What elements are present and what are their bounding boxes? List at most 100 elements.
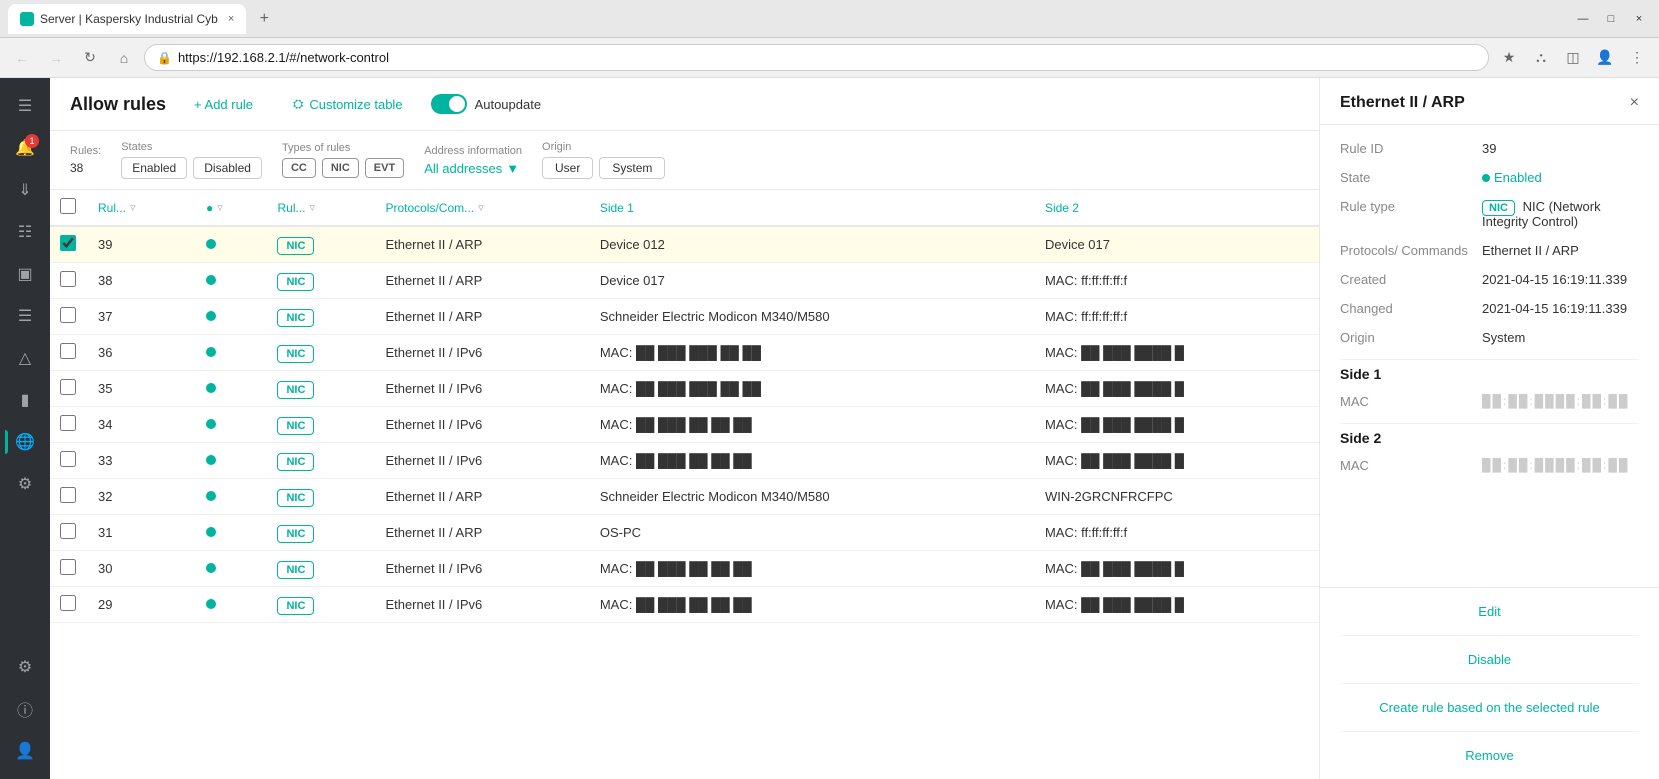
states-filter-group: States Enabled Disabled: [121, 141, 262, 179]
address-dropdown-text: All addresses: [424, 161, 502, 176]
table-row[interactable]: 35NICEthernet II / IPv6MAC: ██ ███ ███ █…: [50, 371, 1319, 407]
disable-button[interactable]: Disable: [1340, 648, 1639, 671]
origin-system-button[interactable]: System: [599, 157, 665, 179]
row-checkbox[interactable]: [60, 559, 76, 575]
row-checkbox[interactable]: [60, 307, 76, 323]
types-label: Types of rules: [282, 142, 404, 154]
row-checkbox[interactable]: [60, 487, 76, 503]
table-row[interactable]: 37NICEthernet II / ARPSchneider Electric…: [50, 299, 1319, 335]
maximize-button[interactable]: □: [1599, 10, 1623, 28]
table-row[interactable]: 38NICEthernet II / ARPDevice 017MAC: ff:…: [50, 263, 1319, 299]
sidebar-item-notifications[interactable]: 🔔 1: [5, 128, 45, 168]
autoupdate-label: Autoupdate: [475, 97, 542, 112]
sidebar-item-security[interactable]: ⚙: [5, 464, 45, 504]
row-checkbox[interactable]: [60, 235, 76, 251]
customize-table-button[interactable]: ⛭ Customize table: [281, 90, 415, 118]
created-value: 2021-04-15 16:19:11.339: [1482, 272, 1639, 287]
create-rule-button[interactable]: Create rule based on the selected rule: [1340, 696, 1639, 719]
home-button[interactable]: ⌂: [110, 44, 138, 72]
row-checkbox[interactable]: [60, 523, 76, 539]
col-side1[interactable]: Side 1: [588, 190, 1033, 226]
sidebar-item-alert[interactable]: △: [5, 338, 45, 378]
row-checkbox[interactable]: [60, 379, 76, 395]
col-rule-id[interactable]: Rul... ▿: [86, 190, 194, 226]
type-badge: NIC: [277, 381, 314, 399]
row-type: NIC: [265, 515, 373, 551]
row-checkbox[interactable]: [60, 415, 76, 431]
sidebar-item-report[interactable]: ▮: [5, 380, 45, 420]
table-row[interactable]: 39NICEthernet II / ARPDevice 012Device 0…: [50, 226, 1319, 263]
sidebar-item-list[interactable]: ☰: [5, 296, 45, 336]
remove-button[interactable]: Remove: [1340, 744, 1639, 767]
profile-button[interactable]: 👤: [1591, 44, 1619, 72]
close-button[interactable]: ×: [1627, 10, 1651, 28]
sidebar-item-dashboard[interactable]: ☷: [5, 212, 45, 252]
sidebar-item-settings[interactable]: ⚙: [5, 647, 45, 687]
autoupdate-switch[interactable]: [431, 94, 467, 114]
edit-button[interactable]: Edit: [1340, 600, 1639, 623]
sidebar-item-help[interactable]: ⓘ: [5, 689, 45, 729]
table-row[interactable]: 33NICEthernet II / IPv6MAC: ██ ███ ██ ██…: [50, 443, 1319, 479]
favorites-button[interactable]: ⛬: [1527, 44, 1555, 72]
minimize-button[interactable]: —: [1571, 10, 1595, 28]
nav-right-buttons: ★ ⛬ ◫ 👤 ⋮: [1495, 44, 1651, 72]
row-protocol: Ethernet II / IPv6: [373, 443, 587, 479]
autoupdate-toggle[interactable]: Autoupdate: [431, 94, 542, 114]
add-rule-button[interactable]: + Add rule: [182, 91, 265, 118]
col-protocol[interactable]: Protocols/Com... ▿: [373, 190, 587, 226]
row-checkbox[interactable]: [60, 595, 76, 611]
detail-created-row: Created 2021-04-15 16:19:11.339: [1340, 272, 1639, 287]
select-all-header[interactable]: [50, 190, 86, 226]
row-side1: Device 012: [588, 226, 1033, 263]
sidebar-item-download[interactable]: ⇓: [5, 170, 45, 210]
detail-origin-row: Origin System: [1340, 330, 1639, 345]
col-rule-id-filter-icon[interactable]: ▿: [130, 201, 136, 214]
forward-button[interactable]: →: [42, 44, 70, 72]
reload-button[interactable]: ↻: [76, 44, 104, 72]
table-container[interactable]: Rul... ▿ ● ▿ Rul...: [50, 190, 1319, 779]
col-side2[interactable]: Side 2: [1033, 190, 1319, 226]
col-rule-name[interactable]: Rul... ▿: [265, 190, 373, 226]
sidebar-item-network[interactable]: 🌐: [5, 422, 45, 462]
table-row[interactable]: 34NICEthernet II / IPv6MAC: ██ ███ ██ ██…: [50, 407, 1319, 443]
col-status-filter-icon[interactable]: ▿: [217, 201, 223, 214]
sidebar-item-monitor[interactable]: ▣: [5, 254, 45, 294]
bookmark-star-button[interactable]: ★: [1495, 44, 1523, 72]
table-row[interactable]: 30NICEthernet II / IPv6MAC: ██ ███ ██ ██…: [50, 551, 1319, 587]
table-row[interactable]: 29NICEthernet II / IPv6MAC: ██ ███ ██ ██…: [50, 587, 1319, 623]
row-checkbox[interactable]: [60, 271, 76, 287]
settings-menu-button[interactable]: ⋮: [1623, 44, 1651, 72]
row-checkbox[interactable]: [60, 343, 76, 359]
new-tab-button[interactable]: +: [252, 7, 276, 31]
sidebar-item-user[interactable]: 👤: [5, 731, 45, 771]
row-checkbox[interactable]: [60, 451, 76, 467]
detail-state-row: State Enabled: [1340, 170, 1639, 185]
table-row[interactable]: 32NICEthernet II / ARPSchneider Electric…: [50, 479, 1319, 515]
type-nic-button[interactable]: NIC: [322, 158, 359, 178]
type-evt-button[interactable]: EVT: [365, 158, 404, 178]
row-type: NIC: [265, 335, 373, 371]
address-bar[interactable]: 🔒 https://192.168.2.1/#/network-control: [144, 44, 1489, 71]
back-button[interactable]: ←: [8, 44, 36, 72]
row-protocol: Ethernet II / ARP: [373, 263, 587, 299]
address-dropdown-button[interactable]: All addresses ▼: [424, 161, 522, 176]
enabled-filter-button[interactable]: Enabled: [121, 157, 187, 179]
col-status[interactable]: ● ▿: [194, 190, 266, 226]
row-status: [194, 371, 266, 407]
detail-close-button[interactable]: ×: [1630, 94, 1639, 112]
tab-close-button[interactable]: ×: [228, 13, 234, 25]
disabled-filter-button[interactable]: Disabled: [193, 157, 262, 179]
browser-tab[interactable]: Server | Kaspersky Industrial Cyb ×: [8, 4, 246, 34]
col-protocol-filter-icon[interactable]: ▿: [478, 201, 484, 214]
filter-bar: Rules: 38 States Enabled Disabled Types …: [50, 131, 1319, 190]
type-cc-button[interactable]: CC: [282, 158, 316, 178]
sidebar-item-menu[interactable]: ☰: [5, 86, 45, 126]
side2-section-title: Side 2: [1340, 430, 1639, 446]
side1-section-title: Side 1: [1340, 366, 1639, 382]
col-rule-name-filter-icon[interactable]: ▿: [310, 201, 316, 214]
extensions-button[interactable]: ◫: [1559, 44, 1587, 72]
table-row[interactable]: 36NICEthernet II / IPv6MAC: ██ ███ ███ █…: [50, 335, 1319, 371]
table-row[interactable]: 31NICEthernet II / ARPOS-PCMAC: ff:ff:ff…: [50, 515, 1319, 551]
origin-user-button[interactable]: User: [542, 157, 593, 179]
select-all-checkbox[interactable]: [60, 198, 76, 214]
